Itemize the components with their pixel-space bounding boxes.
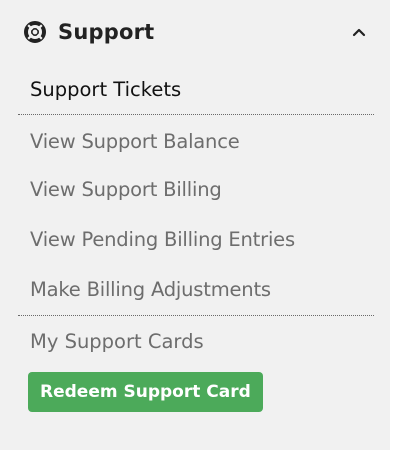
menu-item: View Support Balance xyxy=(0,119,390,165)
support-billing-menu: View Support Balance View Support Billin… xyxy=(0,119,390,315)
menu-item: View Support Billing xyxy=(0,165,390,215)
life-ring-icon xyxy=(24,21,46,43)
redeem-support-card-button[interactable]: Redeem Support Card xyxy=(28,372,263,412)
view-support-billing-link[interactable]: View Support Billing xyxy=(0,165,390,215)
view-support-balance-link[interactable]: View Support Balance xyxy=(0,119,390,165)
chevron-up-icon[interactable] xyxy=(352,27,366,37)
support-section-title: Support xyxy=(58,20,155,44)
menu-item: View Pending Billing Entries xyxy=(0,215,390,265)
dotted-divider xyxy=(18,114,374,115)
menu-item: Make Billing Adjustments xyxy=(0,265,390,315)
support-section-header[interactable]: Support xyxy=(0,0,390,64)
make-billing-adjustments-link[interactable]: Make Billing Adjustments xyxy=(0,265,390,315)
support-panel: Support Support Tickets View Support Bal… xyxy=(0,0,390,450)
my-support-cards-link[interactable]: My Support Cards xyxy=(0,316,390,368)
support-tickets-heading[interactable]: Support Tickets xyxy=(30,78,390,102)
view-pending-billing-entries-link[interactable]: View Pending Billing Entries xyxy=(0,215,390,265)
